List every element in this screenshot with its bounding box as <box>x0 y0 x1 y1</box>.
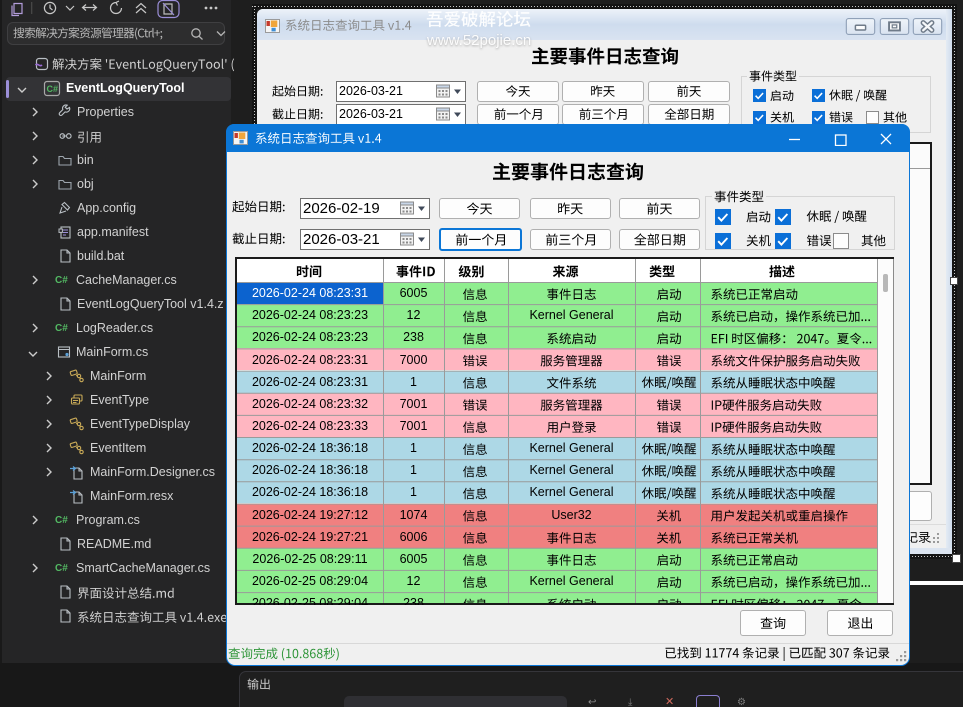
svg-text:C#: C# <box>55 563 68 574</box>
svg-text:C#: C# <box>47 84 59 94</box>
svg-text:C#: C# <box>55 515 68 526</box>
svg-text:C#: C# <box>55 275 68 286</box>
svg-text:C#: C# <box>55 323 68 334</box>
